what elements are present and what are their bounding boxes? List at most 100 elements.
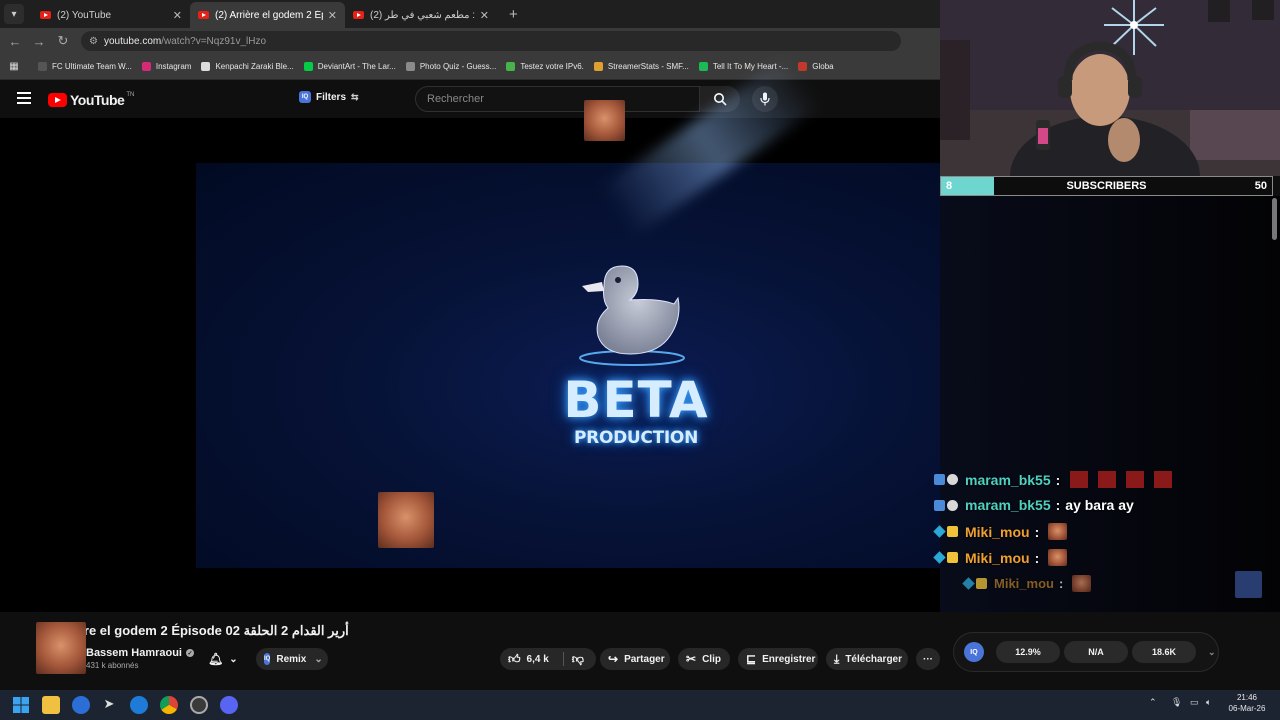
like-count[interactable]: 6,4 k xyxy=(527,654,549,665)
chat-badge-icon xyxy=(933,525,946,538)
reload-icon[interactable]: ↻ xyxy=(51,33,75,49)
search-input[interactable]: Rechercher xyxy=(415,86,700,112)
chat-badge-icon xyxy=(947,526,958,537)
bookmark-item[interactable]: Kenpachi Zaraki Ble... xyxy=(201,62,294,71)
channel-avatar[interactable] xyxy=(36,622,86,674)
new-tab-icon[interactable]: + xyxy=(509,6,518,23)
tab-current-video[interactable]: (2) Arrière el godem 2 Épisode ✕ xyxy=(190,2,345,28)
discord-icon[interactable] xyxy=(220,696,238,714)
bookmark-label: Testez votre IPv6. xyxy=(520,62,584,71)
app-icon[interactable] xyxy=(130,696,148,714)
site-info-icon[interactable]: ⚙ xyxy=(89,36,98,47)
bookmark-item[interactable]: FC Ultimate Team W... xyxy=(38,62,132,71)
video-player[interactable]: BETA PRODUCTION xyxy=(0,56,940,612)
youtube-wordmark: YouTube xyxy=(70,92,125,108)
address-bar: ← → ↻ ⚙ youtube.com/watch?v=Nqz91v_lHzo xyxy=(0,28,940,54)
webcam-scene xyxy=(940,0,1280,176)
youtube-logo[interactable]: YouTube TN xyxy=(48,92,134,108)
bookmark-item[interactable]: Photo Quiz - Guess... xyxy=(405,62,497,71)
scissors-icon: ✂ xyxy=(686,652,697,666)
chevron-down-icon: ⌄ xyxy=(314,653,323,665)
chat-emote xyxy=(1070,471,1089,488)
video-frame[interactable]: BETA PRODUCTION xyxy=(196,56,940,568)
microphone-icon[interactable]: 🎙︎ xyxy=(1171,697,1182,708)
close-icon[interactable]: ✕ xyxy=(480,9,489,22)
chat-message: Miki_mou: xyxy=(933,549,1068,566)
video-title: rière el godem 2 Épisode 02 أرير القدام … xyxy=(68,623,349,638)
url-field[interactable]: ⚙ youtube.com/watch?v=Nqz91v_lHzo xyxy=(81,31,901,51)
outlook-icon[interactable] xyxy=(72,696,90,714)
stats-widget: IQ 12.9% N/A 18.6K ⌄ xyxy=(953,632,1219,672)
steam-icon[interactable]: ➤ xyxy=(100,696,118,714)
more-actions-button[interactable]: ··· xyxy=(916,648,940,670)
tab-youtube-home[interactable]: (2) YouTube ✕ xyxy=(32,2,190,28)
bookmark-label: FC Ultimate Team W... xyxy=(52,62,132,71)
like-dislike-group: 👍︎ 6,4 k 👎︎ xyxy=(500,648,596,670)
chat-emote xyxy=(1154,471,1173,488)
chrome-icon[interactable] xyxy=(160,696,178,714)
back-icon[interactable]: ← xyxy=(3,34,27,49)
bookmarks-list: FC Ultimate Team W... Instagram Kenpachi Z… xyxy=(38,62,844,71)
bookmark-item[interactable]: Testez votre IPv6. xyxy=(506,62,584,71)
chat-username[interactable]: Miki_mou xyxy=(965,524,1030,540)
like-icon[interactable]: 👍︎ xyxy=(508,652,521,667)
chat-username[interactable]: maram_bk55 xyxy=(965,472,1051,488)
obs-icon[interactable] xyxy=(190,696,208,714)
bookmark-label: StreamerStats - SMF... xyxy=(607,62,689,71)
chat-username[interactable]: maram_bk55 xyxy=(965,497,1051,513)
volume-icon[interactable]: 🔈︎ xyxy=(1206,697,1211,708)
clip-button[interactable]: ✂ Clip xyxy=(678,648,730,670)
save-button[interactable]: ⊑ Enregistrer xyxy=(738,648,818,670)
iq-icon: IQ xyxy=(299,91,311,103)
chat-separator: : xyxy=(1055,471,1061,488)
download-button[interactable]: ⤓ Télécharger xyxy=(826,648,908,670)
tab-search-button[interactable]: ▾ xyxy=(4,4,24,24)
bookmark-label: Photo Quiz - Guess... xyxy=(419,62,497,71)
system-clock[interactable]: 21:46 06-Mar-26 xyxy=(1222,692,1272,714)
tune-icon: ⇆ xyxy=(351,91,359,102)
chat-username[interactable]: Miki_mou xyxy=(994,576,1054,591)
tab-other-video[interactable]: (2) البرمة : مطعم شعبي في طر ✕ xyxy=(345,2,497,28)
bookmark-label: Kenpachi Zaraki Ble... xyxy=(215,62,294,71)
tray-expand-icon[interactable]: ⌃ xyxy=(1149,697,1157,708)
close-icon[interactable]: ✕ xyxy=(173,9,182,22)
bookmark-icon: ⊑ xyxy=(746,652,757,666)
chat-badge-icon xyxy=(934,499,945,511)
subscriber-goal-bar: 8 SUBSCRIBERS 50 xyxy=(940,176,1273,196)
notifications-button[interactable]: 🔔︎ ⌄ xyxy=(200,648,250,670)
share-button[interactable]: ↪ Partager xyxy=(600,648,670,670)
bookmark-item[interactable]: DeviantArt - The Lar... xyxy=(303,62,396,71)
channel-name-row[interactable]: Bassem Hamraoui ✓ xyxy=(86,647,194,659)
bookmark-item[interactable]: StreamerStats - SMF... xyxy=(593,62,689,71)
filters-button[interactable]: IQ Filters ⇆ xyxy=(299,91,359,103)
remix-button[interactable]: IQ Remix ⌄ xyxy=(256,648,328,670)
chat-badge-icon xyxy=(933,551,946,564)
close-icon[interactable]: ✕ xyxy=(328,9,337,22)
display-icon[interactable]: ▭ xyxy=(1190,697,1199,708)
bookmark-favicon-icon xyxy=(405,62,415,71)
chat-separator: : xyxy=(1034,523,1040,540)
url-domain: youtube.com xyxy=(103,35,162,47)
chevron-down-icon[interactable]: ⌄ xyxy=(1208,647,1216,658)
apps-grid-icon[interactable]: ▦ xyxy=(4,61,24,72)
bookmark-favicon-icon xyxy=(593,62,603,71)
windows-start-icon[interactable] xyxy=(12,696,30,714)
duck-logo-icon xyxy=(579,265,685,366)
scrollbar[interactable] xyxy=(1272,198,1277,240)
bookmark-item[interactable]: Globa xyxy=(798,62,834,71)
file-explorer-icon[interactable] xyxy=(42,696,60,714)
viewer-avatar[interactable] xyxy=(1235,571,1262,598)
chat-badge-icon xyxy=(962,577,975,590)
menu-icon[interactable] xyxy=(17,92,31,104)
download-label: Télécharger xyxy=(845,653,903,665)
bookmark-item[interactable]: Instagram xyxy=(141,62,191,71)
bookmark-favicon-icon xyxy=(698,62,708,71)
chevron-down-icon: ⌄ xyxy=(229,653,238,665)
chat-emote xyxy=(1126,471,1145,488)
share-icon: ↪ xyxy=(608,652,619,666)
channel-name: Bassem Hamraoui xyxy=(86,647,182,659)
forward-icon[interactable]: → xyxy=(27,34,51,49)
chat-username[interactable]: Miki_mou xyxy=(965,550,1030,566)
dislike-icon[interactable]: 👎︎ xyxy=(572,652,584,667)
clock-time: 21:46 xyxy=(1236,693,1258,702)
